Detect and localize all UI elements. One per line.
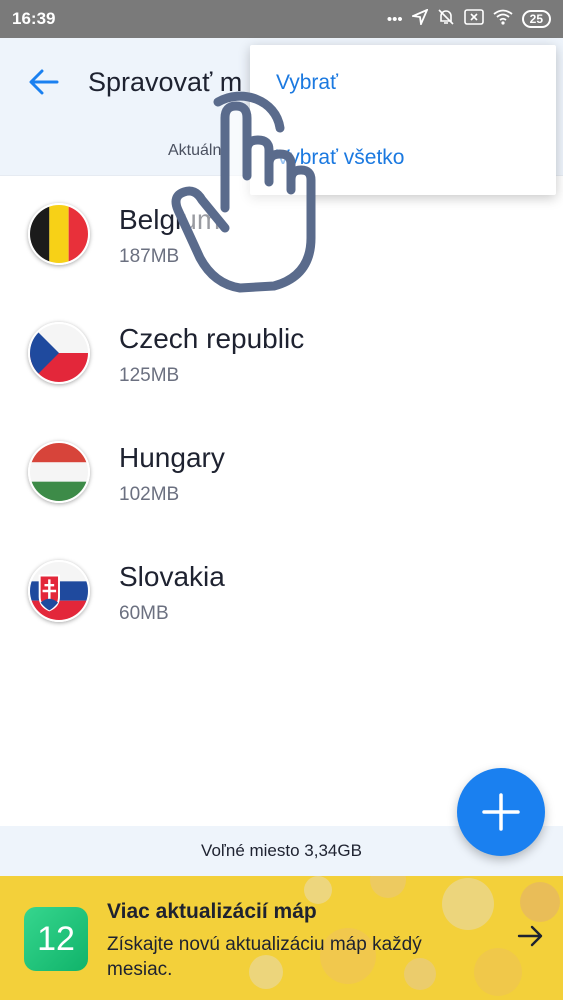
map-size: 187MB — [119, 246, 180, 267]
tab-current[interactable]: Aktuálne — [168, 142, 230, 160]
back-button[interactable] — [0, 38, 88, 126]
arrow-left-icon — [29, 69, 59, 95]
sim-x-icon — [463, 9, 484, 29]
banner-text: Získajte novú aktualizáciu máp každý mes… — [107, 934, 422, 980]
country-name: Belgium — [119, 204, 221, 235]
banner-title: Viac aktualizácií máp — [107, 900, 317, 923]
list-item[interactable]: Czech republic 125MB — [0, 295, 563, 414]
battery-icon: 25 — [521, 10, 551, 28]
status-bar: 16:39 ••• 25 — [0, 0, 563, 38]
country-name: Czech republic — [119, 323, 305, 354]
plus-icon — [482, 793, 520, 831]
country-name: Slovakia — [119, 561, 225, 592]
map-list: Belgium 187MB Czech republic 125MB Hunga… — [0, 176, 563, 652]
overflow-menu: Vybrať Vybrať všetko — [250, 45, 556, 195]
add-map-button[interactable] — [457, 768, 545, 856]
more-dots-icon: ••• — [386, 10, 403, 28]
wifi-icon — [493, 9, 513, 29]
list-item[interactable]: Hungary 102MB — [0, 414, 563, 533]
slovakia-flag-icon — [28, 560, 90, 622]
country-name: Hungary — [119, 442, 225, 473]
menu-item-select[interactable]: Vybrať — [276, 71, 338, 95]
bell-off-icon — [437, 8, 455, 30]
hungary-flag-icon — [28, 441, 90, 503]
map-size: 125MB — [119, 365, 180, 386]
status-icons: ••• 25 — [387, 8, 551, 30]
menu-item-select-all[interactable]: Vybrať všetko — [276, 146, 404, 170]
status-time: 16:39 — [12, 9, 56, 28]
belgium-flag-icon — [28, 203, 90, 265]
promo-banner[interactable]: 12 Viac aktualizácií máp Získajte novú a… — [0, 876, 563, 1000]
location-arrow-icon — [409, 8, 429, 29]
page-title: Spravovať m — [88, 66, 243, 97]
list-item[interactable]: Slovakia 60MB — [0, 533, 563, 652]
arrow-right-icon[interactable] — [517, 924, 545, 948]
map-size: 102MB — [119, 484, 180, 505]
czech-flag-icon — [28, 322, 90, 384]
update-count-badge: 12 — [24, 907, 88, 971]
map-size: 60MB — [119, 603, 169, 624]
